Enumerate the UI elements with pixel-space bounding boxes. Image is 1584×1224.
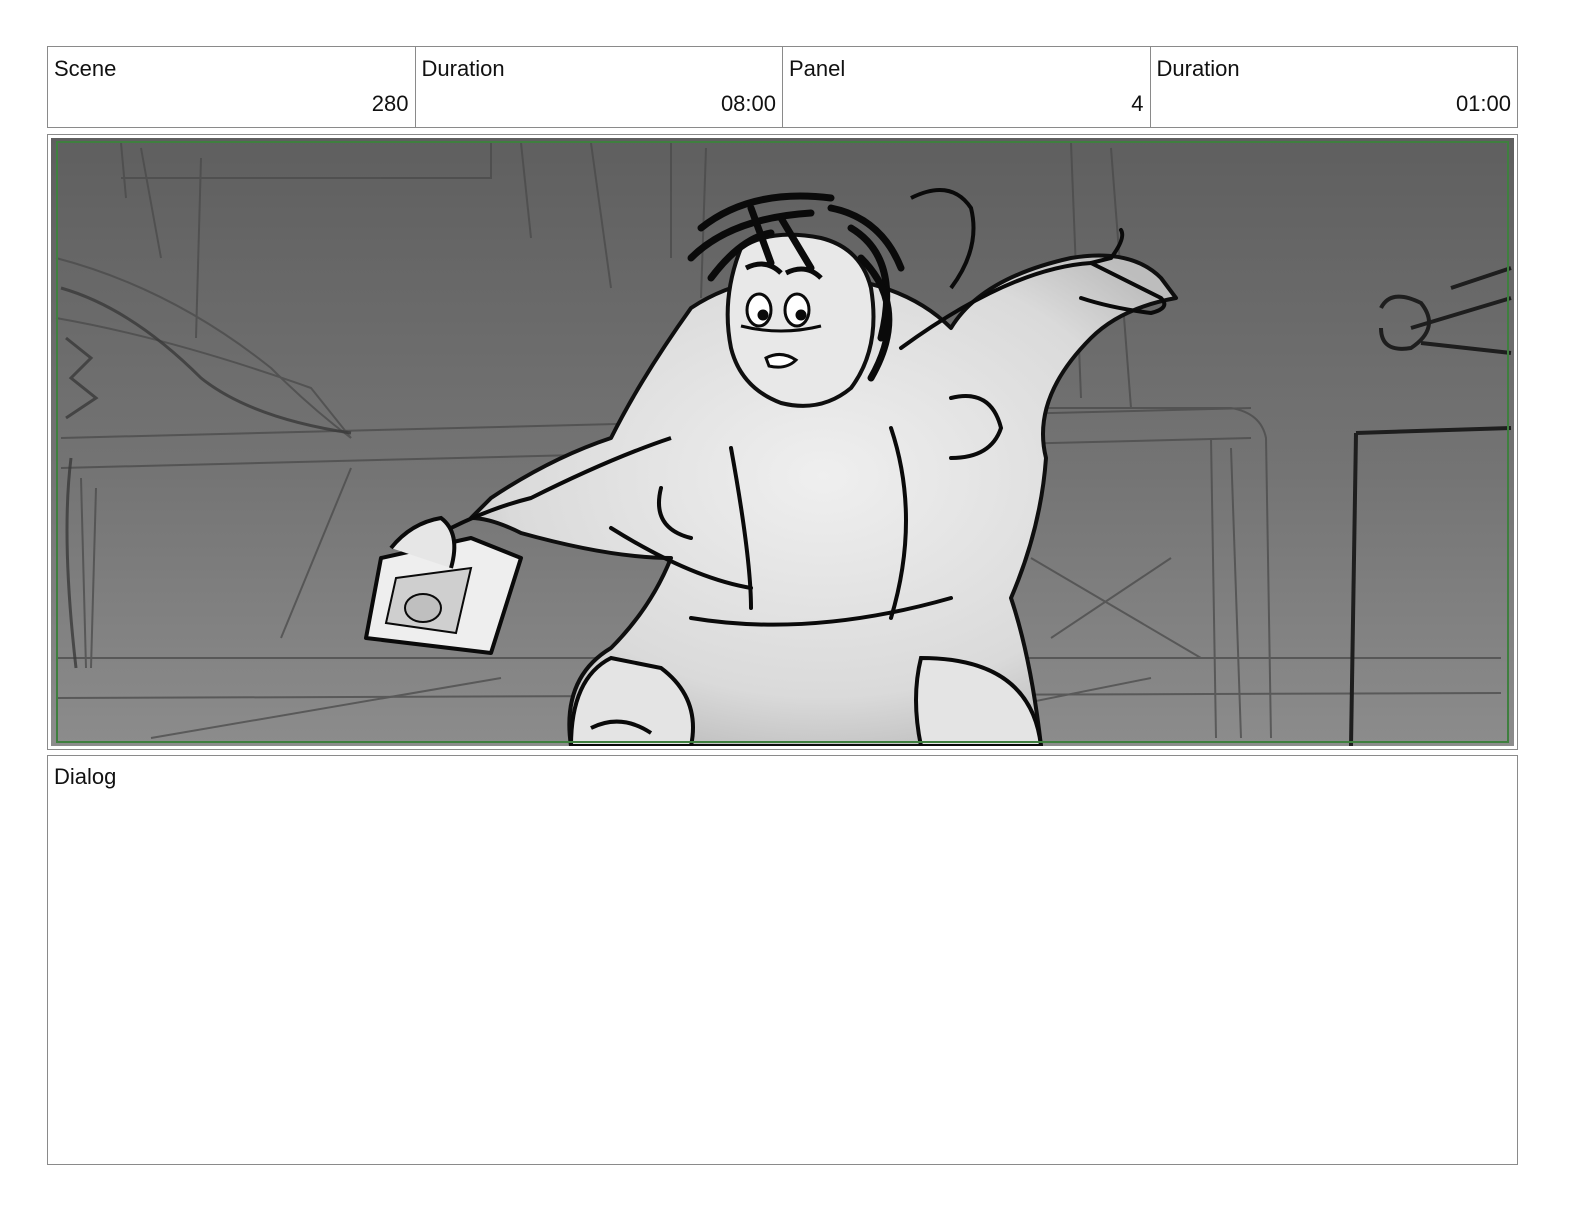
scene-value: 280 bbox=[371, 91, 409, 116]
storyboard-image-frame bbox=[47, 134, 1518, 750]
dialog-box: Dialog bbox=[47, 755, 1518, 1165]
scene-label: Scene bbox=[54, 56, 117, 81]
panel-duration-cell: Duration 01:00 bbox=[1151, 47, 1518, 127]
storyboard-sketch bbox=[51, 138, 1514, 746]
scene-cell: Scene 280 bbox=[48, 47, 416, 127]
scene-duration-value: 08:00 bbox=[720, 91, 776, 116]
dialog-label: Dialog bbox=[54, 764, 117, 789]
panel-value: 4 bbox=[1131, 91, 1144, 116]
scene-duration-cell: Duration 08:00 bbox=[416, 47, 783, 127]
panel-info-header: Scene 280 Duration 08:00 Panel 4 Duratio… bbox=[47, 46, 1518, 128]
panel-duration-value: 01:00 bbox=[1455, 91, 1511, 116]
panel-duration-label: Duration bbox=[1156, 56, 1240, 81]
panel-label: Panel bbox=[789, 56, 846, 81]
scene-duration-label: Duration bbox=[421, 56, 505, 81]
panel-cell: Panel 4 bbox=[783, 47, 1151, 127]
figure-mouth bbox=[764, 353, 799, 369]
